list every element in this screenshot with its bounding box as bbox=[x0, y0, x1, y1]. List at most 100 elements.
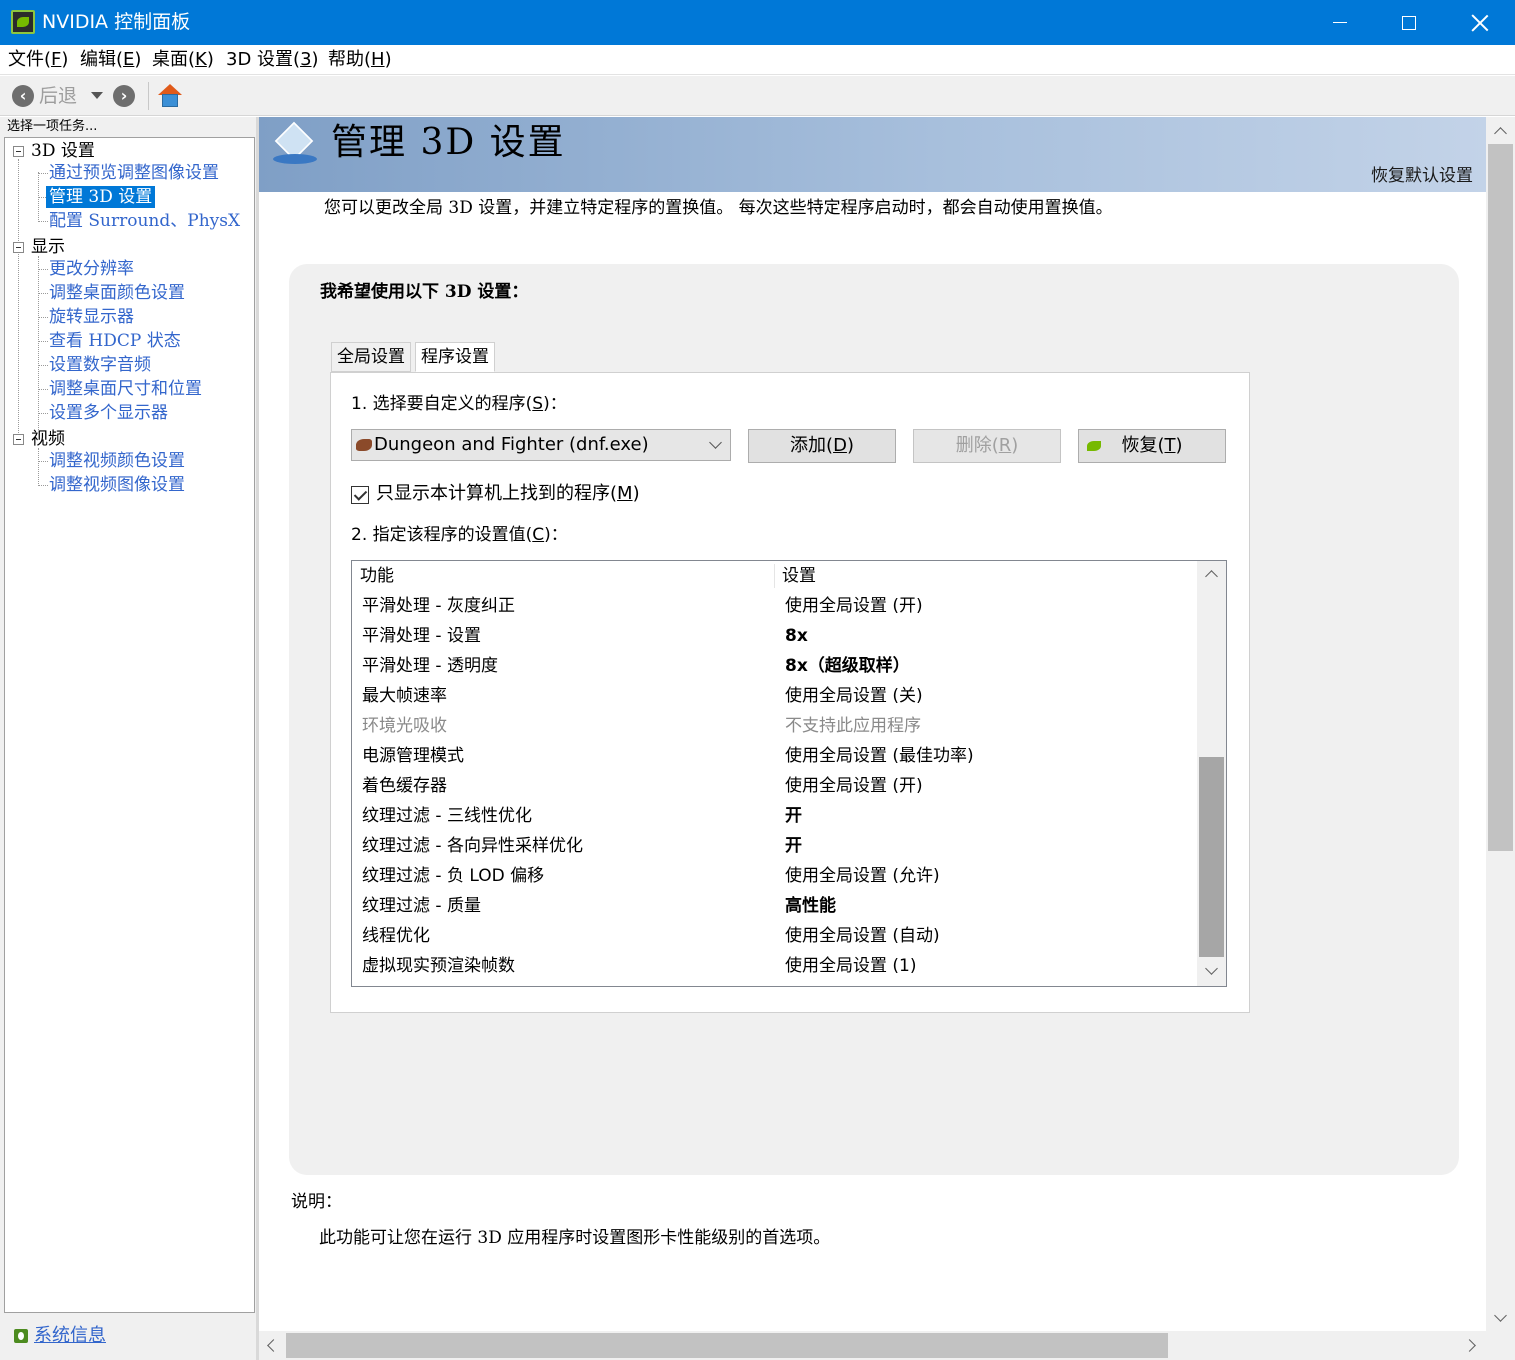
tree-item-adjust-image-preview[interactable]: 通过预览调整图像设置 bbox=[49, 162, 219, 184]
tree-item-rotate-display[interactable]: 旋转显示器 bbox=[49, 306, 134, 328]
scroll-up-icon[interactable] bbox=[1494, 127, 1507, 140]
tree-item-manage-3d-settings[interactable]: 管理 3D 设置 bbox=[46, 186, 156, 208]
close-icon bbox=[1472, 15, 1488, 31]
tree-group-video[interactable]: 视频 bbox=[31, 428, 65, 450]
scroll-right-icon[interactable] bbox=[1463, 1339, 1476, 1352]
scrollbar-thumb[interactable] bbox=[286, 1333, 1168, 1358]
table-row[interactable]: 虚拟现实预渲染帧数 使用全局设置 (1) bbox=[352, 951, 1197, 981]
table-row[interactable]: 纹理过滤 - 三线性优化 开 bbox=[352, 801, 1197, 831]
row-feature: 纹理过滤 - 各向异性采样优化 bbox=[362, 836, 583, 856]
back-button-label[interactable]: 后退 bbox=[39, 84, 77, 108]
title-bar[interactable]: NVIDIA 控制面板 bbox=[0, 0, 1515, 45]
tree-connector bbox=[38, 269, 48, 270]
table-row[interactable]: 线程优化 使用全局设置 (自动) bbox=[352, 921, 1197, 951]
settings-list[interactable]: 功能 设置 平滑处理 - 灰度纠正 使用全局设置 (开) 平滑处理 - 设置 8x 平滑… bbox=[351, 560, 1227, 987]
table-row[interactable]: 环境光吸收 不支持此应用程序 bbox=[352, 711, 1197, 741]
table-row[interactable]: 平滑处理 - 灰度纠正 使用全局设置 (开) bbox=[352, 591, 1197, 621]
column-header-feature[interactable]: 功能 bbox=[360, 565, 394, 587]
row-setting[interactable]: 8x bbox=[785, 621, 808, 651]
row-feature: 纹理过滤 - 负 LOD 偏移 bbox=[362, 866, 545, 886]
program-icon bbox=[356, 439, 372, 451]
menu-3d-settings[interactable]: 3D 设置(3) bbox=[226, 48, 319, 72]
scroll-down-icon[interactable] bbox=[1205, 962, 1218, 975]
row-feature: 最大帧速率 bbox=[362, 686, 447, 706]
table-row[interactable]: 平滑处理 - 设置 8x bbox=[352, 621, 1197, 651]
nvidia-app-icon bbox=[11, 10, 35, 34]
tree-item-digital-audio[interactable]: 设置数字音频 bbox=[49, 354, 151, 376]
tab-global-settings[interactable]: 全局设置 bbox=[331, 342, 411, 372]
menu-bar: 文件(F) 编辑(E) 桌面(K) 3D 设置(3) 帮助(H) bbox=[0, 45, 1515, 75]
tree-item-desktop-color[interactable]: 调整桌面颜色设置 bbox=[49, 282, 185, 304]
table-row[interactable]: 最大帧速率 使用全局设置 (关) bbox=[352, 681, 1197, 711]
back-history-dropdown-icon[interactable] bbox=[91, 92, 103, 99]
menu-edit[interactable]: 编辑(E) bbox=[80, 48, 141, 72]
scroll-down-icon[interactable] bbox=[1494, 1309, 1507, 1322]
restore-program-button[interactable]: 恢复(T) bbox=[1078, 429, 1226, 463]
row-setting[interactable]: 不支持此应用程序 bbox=[785, 711, 921, 741]
scrollbar-thumb[interactable] bbox=[1199, 757, 1224, 957]
scroll-left-icon[interactable] bbox=[267, 1339, 280, 1352]
menu-help[interactable]: 帮助(H) bbox=[328, 48, 392, 72]
row-setting[interactable]: 开 bbox=[785, 801, 802, 831]
tree-group-3d-settings[interactable]: 3D 设置 bbox=[31, 140, 95, 162]
scrollbar-thumb[interactable] bbox=[1488, 144, 1513, 851]
menu-desktop[interactable]: 桌面(K) bbox=[152, 48, 214, 72]
show-local-programs-checkbox[interactable] bbox=[351, 486, 369, 504]
column-header-setting[interactable]: 设置 bbox=[782, 565, 816, 587]
row-setting[interactable]: 开 bbox=[785, 831, 802, 861]
back-arrow-icon[interactable]: ‹ bbox=[12, 85, 34, 107]
row-setting[interactable]: 使用全局设置 (允许) bbox=[785, 861, 940, 891]
maximize-button[interactable] bbox=[1374, 0, 1444, 45]
table-row[interactable]: 纹理过滤 - 各向异性采样优化 开 bbox=[352, 831, 1197, 861]
table-row[interactable]: 纹理过滤 - 质量 高性能 bbox=[352, 891, 1197, 921]
tree-item-configure-surround-physx[interactable]: 配置 Surround、PhysX bbox=[49, 210, 240, 232]
table-row[interactable]: 平滑处理 - 透明度 8x（超级取样） bbox=[352, 651, 1197, 681]
forward-arrow-icon[interactable]: › bbox=[113, 85, 135, 107]
toolbar: ‹ 后退 › bbox=[0, 76, 1515, 116]
add-program-button[interactable]: 添加(D) bbox=[748, 429, 896, 463]
tree-connector bbox=[38, 365, 48, 366]
column-divider[interactable] bbox=[774, 564, 775, 588]
table-row[interactable]: 纹理过滤 - 负 LOD 偏移 使用全局设置 (允许) bbox=[352, 861, 1197, 891]
menu-file[interactable]: 文件(F) bbox=[8, 48, 68, 72]
home-icon[interactable] bbox=[157, 83, 183, 109]
tree-group-display[interactable]: 显示 bbox=[31, 236, 65, 258]
row-setting[interactable]: 使用全局设置 (1) bbox=[785, 951, 916, 981]
collapse-3d-settings-icon[interactable] bbox=[13, 146, 24, 157]
settings-list-scrollbar[interactable] bbox=[1197, 561, 1226, 986]
tree-item-multiple-displays[interactable]: 设置多个显示器 bbox=[49, 402, 168, 424]
collapse-display-icon[interactable] bbox=[13, 242, 24, 253]
table-row[interactable]: 电源管理模式 使用全局设置 (最佳功率) bbox=[352, 741, 1197, 771]
row-setting[interactable]: 使用全局设置 (开) bbox=[785, 591, 923, 621]
table-row[interactable]: 着色缓存器 使用全局设置 (开) bbox=[352, 771, 1197, 801]
collapse-video-icon[interactable] bbox=[13, 434, 24, 445]
tree-item-video-image[interactable]: 调整视频图像设置 bbox=[49, 474, 185, 496]
row-feature: 纹理过滤 - 质量 bbox=[362, 896, 481, 916]
row-setting[interactable]: 使用全局设置 (开) bbox=[785, 771, 923, 801]
tree-item-video-color[interactable]: 调整视频颜色设置 bbox=[49, 450, 185, 472]
row-feature: 平滑处理 - 设置 bbox=[362, 626, 481, 646]
task-tree[interactable]: 3D 设置 通过预览调整图像设置 管理 3D 设置 配置 Surround、Ph… bbox=[4, 137, 255, 1313]
row-setting[interactable]: 高性能 bbox=[785, 891, 836, 921]
tree-item-hdcp-status[interactable]: 查看 HDCP 状态 bbox=[49, 330, 181, 352]
program-select[interactable]: Dungeon and Fighter (dnf.exe) bbox=[351, 429, 731, 461]
system-info-label[interactable]: 系统信息 bbox=[34, 1325, 106, 1347]
nvidia-icon bbox=[1087, 441, 1101, 451]
row-setting[interactable]: 使用全局设置 (自动) bbox=[785, 921, 940, 951]
tree-item-change-resolution[interactable]: 更改分辨率 bbox=[49, 258, 134, 280]
scroll-up-icon[interactable] bbox=[1205, 570, 1218, 583]
tab-program-settings[interactable]: 程序设置 bbox=[415, 342, 495, 372]
minimize-button[interactable] bbox=[1305, 0, 1375, 45]
close-button[interactable] bbox=[1445, 0, 1515, 45]
description-label: 说明： bbox=[291, 1192, 342, 1212]
remove-program-button[interactable]: 删除(R) bbox=[913, 429, 1061, 463]
row-setting[interactable]: 8x（超级取样） bbox=[785, 651, 910, 681]
tree-item-desktop-size-position[interactable]: 调整桌面尺寸和位置 bbox=[49, 378, 202, 400]
page-vertical-scrollbar[interactable] bbox=[1486, 117, 1515, 1331]
restore-defaults-link[interactable]: 恢复默认设置 bbox=[1371, 165, 1473, 187]
page-horizontal-scrollbar[interactable] bbox=[259, 1331, 1486, 1360]
row-setting[interactable]: 使用全局设置 (最佳功率) bbox=[785, 741, 974, 771]
show-local-programs-label[interactable]: 只显示本计算机上找到的程序(M) bbox=[376, 483, 640, 505]
row-setting[interactable]: 使用全局设置 (关) bbox=[785, 681, 923, 711]
step1-label: 1. 选择要自定义的程序(S)： bbox=[351, 394, 567, 414]
